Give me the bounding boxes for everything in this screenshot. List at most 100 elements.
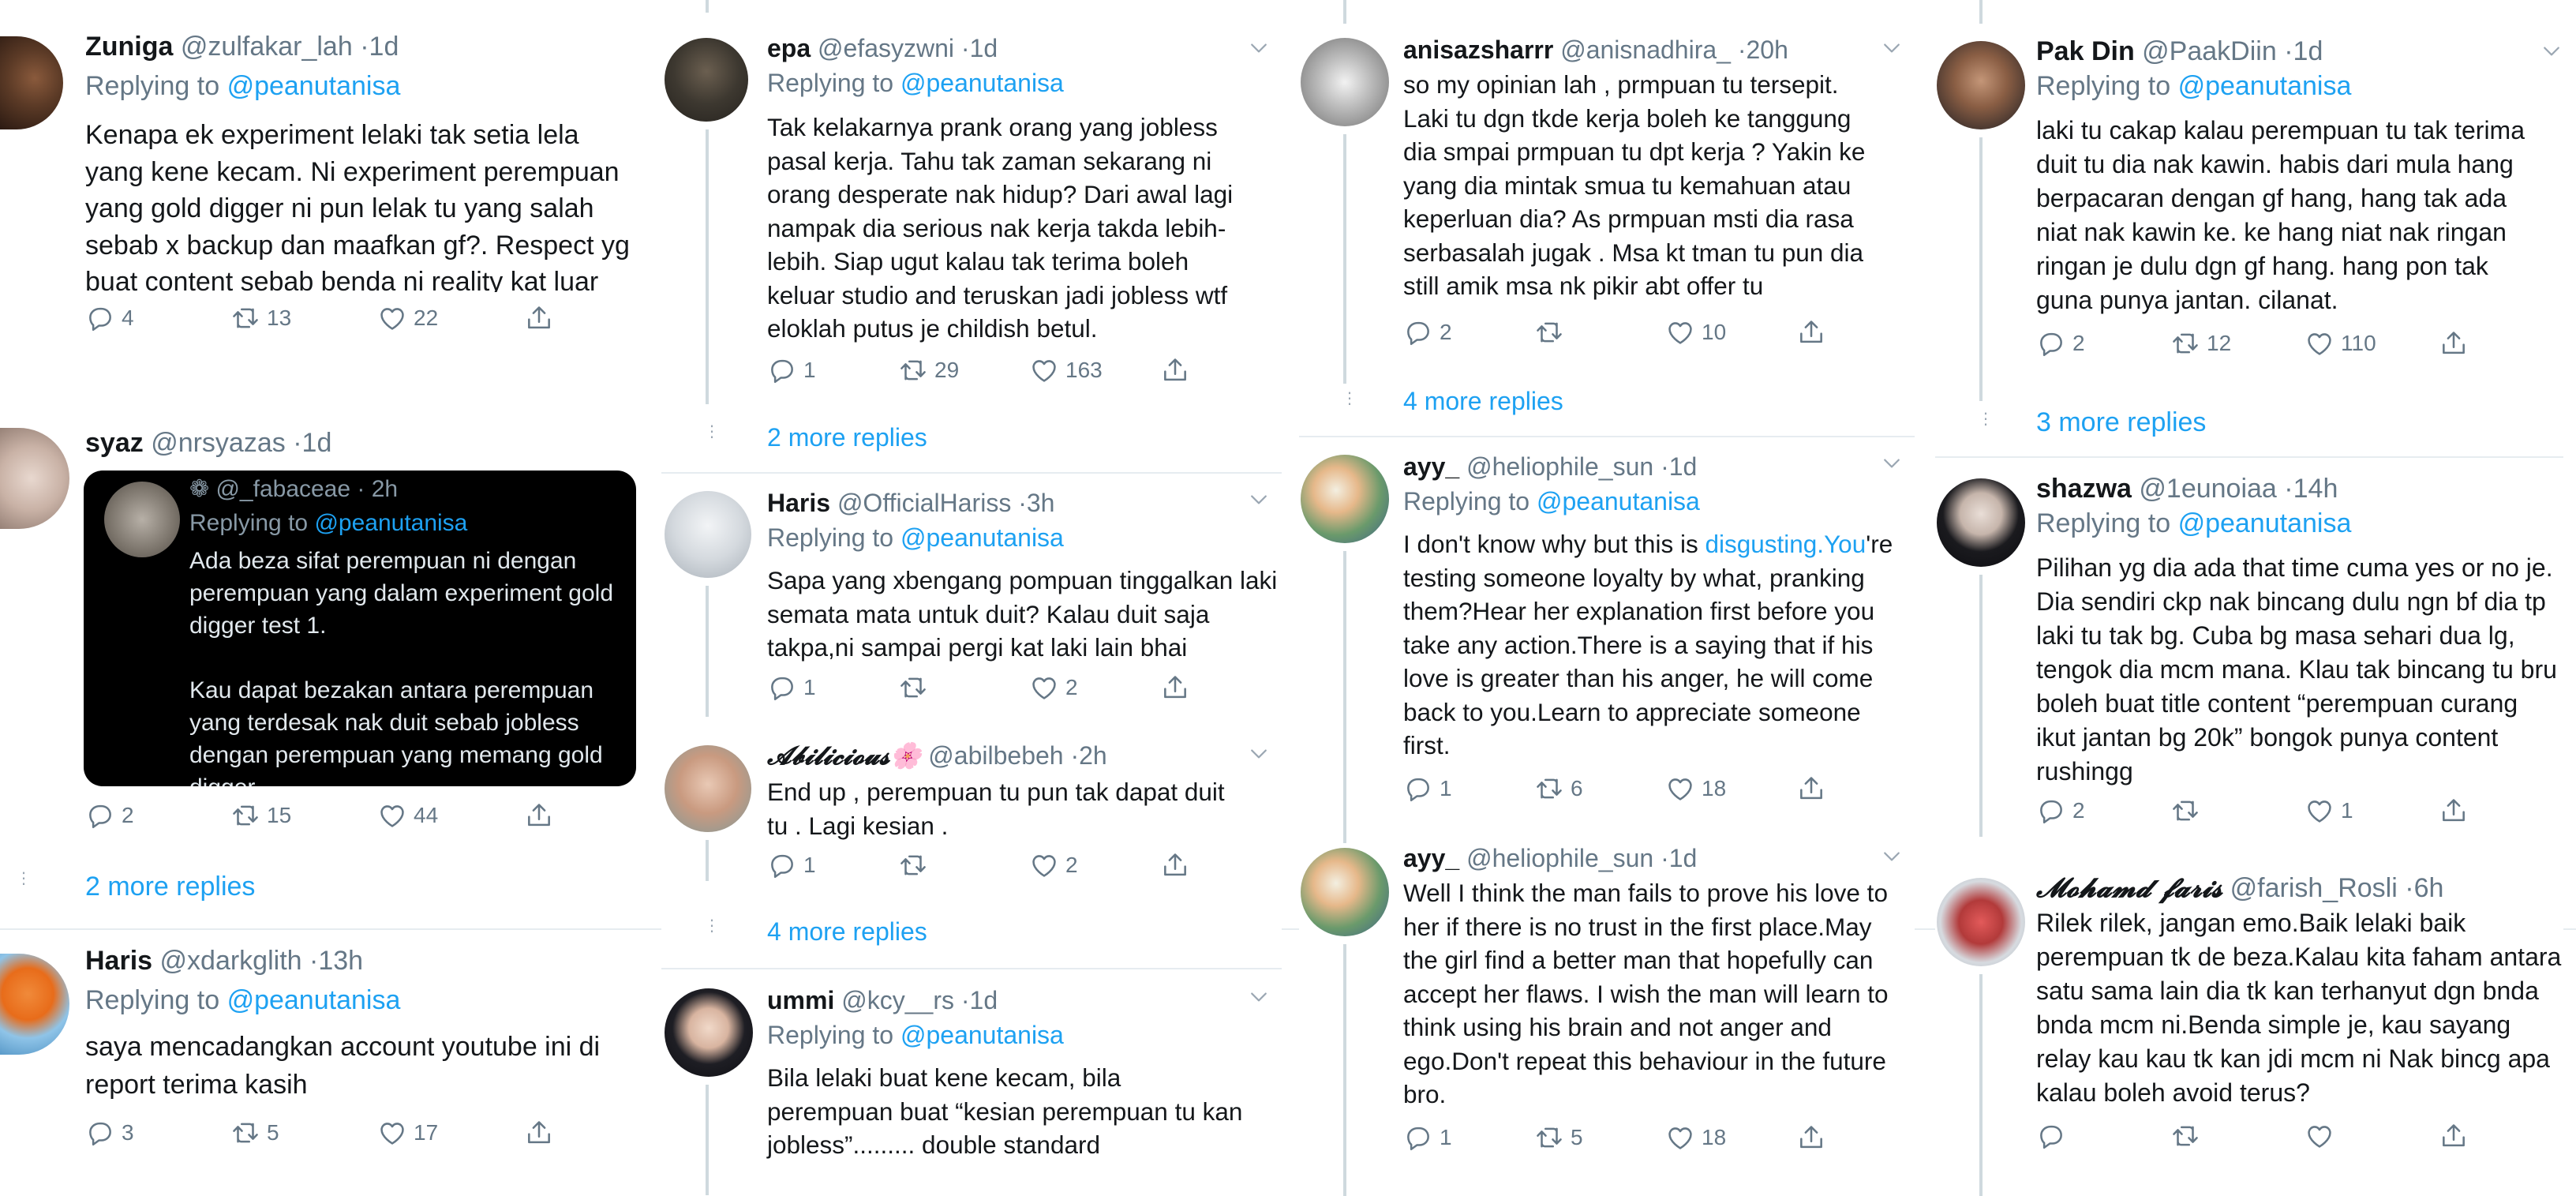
timestamp[interactable]: 1d: [302, 428, 332, 458]
share-button[interactable]: [524, 300, 560, 336]
reply-button[interactable]: 1: [1403, 770, 1452, 807]
more-replies-link[interactable]: 3 more replies: [2036, 407, 2206, 438]
retweet-button[interactable]: 12: [2170, 325, 2231, 362]
like-button[interactable]: 18: [1665, 1119, 1726, 1156]
more-replies-link[interactable]: 2 more replies: [85, 872, 255, 902]
timestamp[interactable]: 1d: [1669, 452, 1698, 481]
timestamp[interactable]: 1d: [1669, 844, 1698, 872]
share-button[interactable]: [1160, 352, 1196, 388]
chevron-down-icon[interactable]: [1880, 845, 1904, 868]
timestamp[interactable]: 1d: [970, 34, 998, 62]
reply-button[interactable]: 3: [85, 1115, 134, 1151]
display-name[interactable]: ummi: [767, 986, 834, 1014]
like-button[interactable]: 10: [1665, 314, 1726, 351]
like-button[interactable]: 2: [1029, 847, 1078, 883]
display-name[interactable]: Zuniga: [85, 32, 173, 62]
share-button[interactable]: [2439, 793, 2475, 829]
timestamp[interactable]: 3h: [1027, 489, 1055, 517]
like-button[interactable]: 44: [377, 797, 438, 834]
inline-link[interactable]: disgusting.You: [1705, 530, 1866, 558]
share-button[interactable]: [2439, 325, 2475, 362]
mention-link[interactable]: @peanutanisa: [227, 71, 401, 101]
retweet-button[interactable]: [2170, 793, 2207, 829]
retweet-button[interactable]: [898, 847, 934, 883]
avatar[interactable]: [1937, 478, 2025, 567]
reply-button[interactable]: 4: [85, 300, 134, 336]
like-button[interactable]: 163: [1029, 352, 1103, 388]
chevron-down-icon[interactable]: [2540, 39, 2563, 63]
mention-link[interactable]: @peanutanisa: [1537, 487, 1700, 516]
like-button[interactable]: 22: [377, 300, 438, 336]
reply-button[interactable]: 1: [767, 352, 816, 388]
chevron-down-icon[interactable]: [1247, 36, 1271, 60]
timestamp[interactable]: 1d: [2293, 36, 2323, 66]
avatar[interactable]: [0, 36, 63, 129]
avatar[interactable]: [1937, 878, 2025, 966]
timestamp[interactable]: 20h: [1747, 36, 1788, 64]
reply-button[interactable]: 1: [767, 669, 816, 706]
share-button[interactable]: [1160, 669, 1196, 706]
handle[interactable]: @heliophile_sun: [1466, 844, 1653, 872]
chevron-down-icon[interactable]: [1247, 488, 1271, 512]
share-button[interactable]: [2439, 1118, 2475, 1154]
chevron-down-icon[interactable]: [1880, 36, 1904, 60]
timestamp[interactable]: 14h: [2293, 474, 2338, 504]
like-button[interactable]: [2305, 1118, 2341, 1154]
avatar[interactable]: [0, 954, 69, 1055]
display-name[interactable]: Haris: [85, 946, 152, 976]
like-button[interactable]: 110: [2305, 325, 2376, 362]
display-name[interactable]: epa: [767, 34, 811, 62]
handle[interactable]: @farish_Rosli: [2230, 873, 2398, 903]
retweet-button[interactable]: 5: [1534, 1119, 1583, 1156]
avatar[interactable]: [665, 988, 753, 1077]
display-name[interactable]: ayy_: [1403, 844, 1459, 872]
avatar[interactable]: [1301, 848, 1389, 936]
reply-button[interactable]: 2: [2036, 793, 2085, 829]
more-replies-link[interactable]: 2 more replies: [767, 423, 927, 452]
share-button[interactable]: [524, 1115, 560, 1151]
display-name[interactable]: anisazsharrr: [1403, 36, 1553, 64]
timestamp[interactable]: 1d: [970, 986, 998, 1014]
share-button[interactable]: [1796, 770, 1833, 807]
like-button[interactable]: 1: [2305, 793, 2353, 829]
avatar[interactable]: [665, 38, 748, 122]
reply-button[interactable]: 1: [767, 847, 816, 883]
timestamp[interactable]: 1d: [369, 32, 399, 62]
like-button[interactable]: 2: [1029, 669, 1078, 706]
mention-link[interactable]: @peanutanisa: [900, 69, 1064, 97]
handle[interactable]: @abilbebeh: [928, 741, 1063, 770]
timestamp[interactable]: 6h: [2414, 873, 2444, 903]
mention-link[interactable]: @peanutanisa: [2178, 71, 2352, 101]
display-name[interactable]: Haris: [767, 489, 830, 517]
avatar[interactable]: [1937, 41, 2025, 129]
handle[interactable]: @PaakDiin: [2142, 36, 2277, 66]
handle[interactable]: @nrsyazas: [151, 428, 286, 458]
avatar[interactable]: [665, 745, 751, 832]
more-replies-link[interactable]: 4 more replies: [767, 917, 927, 947]
avatar[interactable]: [1301, 455, 1389, 543]
handle[interactable]: @1eunoiaa: [2139, 474, 2276, 504]
mention-link[interactable]: @peanutanisa: [900, 1021, 1064, 1049]
display-name[interactable]: shazwa: [2036, 474, 2132, 504]
handle[interactable]: @efasyzwni: [818, 34, 954, 62]
reply-button[interactable]: 1: [1403, 1119, 1452, 1156]
share-button[interactable]: [1796, 314, 1833, 351]
share-button[interactable]: [1160, 847, 1196, 883]
retweet-button[interactable]: 5: [230, 1115, 279, 1151]
reply-button[interactable]: 2: [1403, 314, 1452, 351]
retweet-button[interactable]: 29: [898, 352, 959, 388]
retweet-button[interactable]: [1534, 314, 1571, 351]
handle[interactable]: @OfficialHariss: [837, 489, 1011, 517]
quoted-tweet[interactable]: ❁ @_fabaceae · 2h Replying to @peanutani…: [84, 471, 636, 786]
retweet-button[interactable]: [898, 669, 934, 706]
reply-button[interactable]: 2: [85, 797, 134, 834]
share-button[interactable]: [1796, 1119, 1833, 1156]
handle[interactable]: @zulfakar_lah: [181, 32, 353, 62]
handle[interactable]: @xdarkglith: [160, 946, 302, 976]
reply-button[interactable]: 2: [2036, 325, 2085, 362]
retweet-button[interactable]: 15: [230, 797, 291, 834]
display-name[interactable]: ayy_: [1403, 452, 1459, 481]
handle[interactable]: @anisnadhira_: [1560, 36, 1731, 64]
retweet-button[interactable]: 13: [230, 300, 291, 336]
mention-link[interactable]: @peanutanisa: [314, 510, 467, 536]
